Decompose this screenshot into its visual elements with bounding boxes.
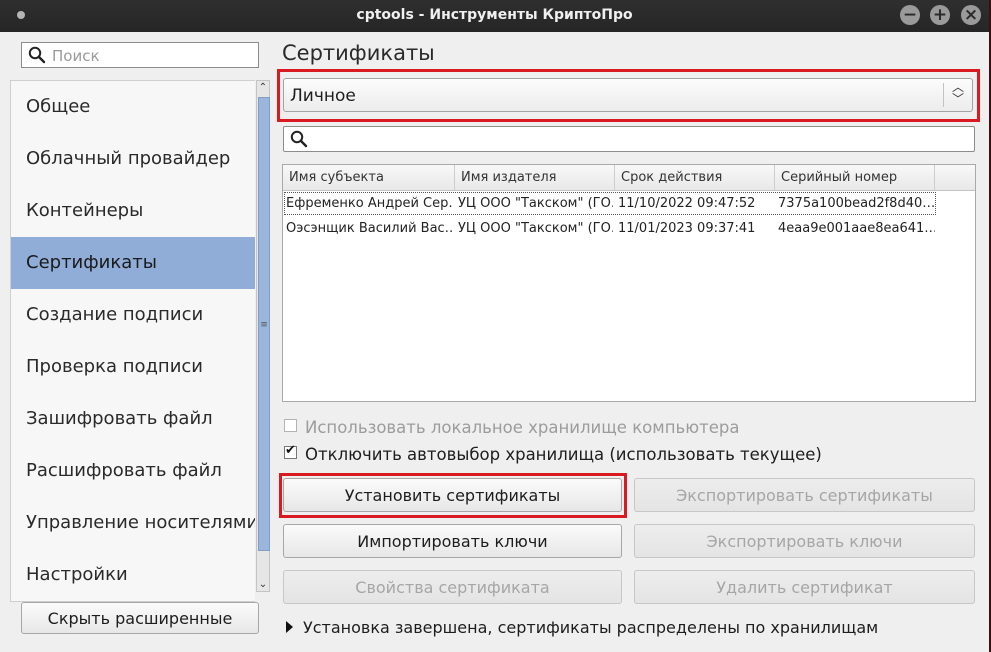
maximize-icon[interactable]: + bbox=[930, 5, 950, 25]
select-divider bbox=[943, 83, 944, 107]
minimize-icon[interactable]: − bbox=[900, 5, 920, 25]
sidebar-search-box[interactable] bbox=[21, 42, 259, 68]
disable-autoselect-checkbox[interactable]: ✔ Отключить автовыбор хранилища (использо… bbox=[284, 443, 822, 464]
delete-certificate-button[interactable]: Удалить сертификат bbox=[634, 570, 975, 604]
page-title: Сертификаты bbox=[282, 41, 435, 65]
app-window: cptools - Инструменты КриптоПро − + × Об… bbox=[0, 0, 989, 652]
table-header: Имя субъекта Имя издателя Срок действия … bbox=[283, 165, 975, 191]
checkmark-icon: ✔ bbox=[285, 443, 296, 458]
table-row[interactable]: Оэсэнщик Василий Вас… УЦ ООО "Такском" (… bbox=[283, 216, 975, 241]
cell-serial: 7375a100bead2f8d40… bbox=[778, 196, 935, 211]
cell-validity: 11/01/2023 09:37:41 bbox=[618, 221, 756, 236]
use-local-store-label: Использовать локальное хранилище компьют… bbox=[305, 418, 740, 437]
sidebar-item-media-management[interactable]: Управление носителями bbox=[11, 497, 255, 549]
cell-subject: Оэсэнщик Василий Вас… bbox=[286, 221, 453, 236]
column-validity[interactable]: Срок действия bbox=[615, 165, 775, 190]
cell-issuer: УЦ ООО "Такском" (ГО… bbox=[458, 221, 613, 236]
checkbox-box[interactable] bbox=[284, 419, 297, 432]
disclosure-triangle-icon[interactable] bbox=[286, 621, 293, 633]
grip-icon: ≡ bbox=[260, 320, 268, 330]
certificate-filter-input[interactable] bbox=[283, 126, 975, 152]
sidebar: Общее Облачный провайдер Контейнеры Серт… bbox=[10, 36, 272, 648]
titlebar: cptools - Инструменты КриптоПро − + × bbox=[0, 0, 989, 32]
cell-serial: 4eaa9e001aae8ea641… bbox=[778, 221, 935, 236]
sidebar-item-verify-signature[interactable]: Проверка подписи bbox=[11, 341, 255, 393]
certificate-properties-button[interactable]: Свойства сертификата bbox=[283, 570, 622, 604]
disable-autoselect-label: Отключить автовыбор хранилища (использов… bbox=[305, 445, 822, 464]
sidebar-item-containers[interactable]: Контейнеры bbox=[11, 185, 255, 237]
sidebar-item-decrypt-file[interactable]: Расшифровать файл bbox=[11, 445, 255, 497]
window-title: cptools - Инструменты КриптоПро bbox=[356, 7, 633, 23]
store-select[interactable]: Личное ︿ ﹀ bbox=[283, 78, 973, 112]
export-keys-button[interactable]: Экспортировать ключи bbox=[634, 524, 975, 558]
close-icon[interactable]: × bbox=[961, 5, 981, 25]
status-text: Установка завершена, сертификаты распред… bbox=[303, 618, 879, 637]
scroll-up-icon[interactable]: ⌃ bbox=[257, 82, 269, 93]
column-subject[interactable]: Имя субъекта bbox=[283, 165, 455, 190]
cell-subject: Ефременко Андрей Сер… bbox=[286, 196, 453, 211]
sidebar-item-certificates[interactable]: Сертификаты bbox=[11, 237, 255, 289]
table-row[interactable]: Ефременко Андрей Сер… УЦ ООО "Такском" (… bbox=[283, 191, 975, 216]
spin-arrows-icon: ︿ ﹀ bbox=[951, 80, 964, 106]
sidebar-nav-list: Общее Облачный провайдер Контейнеры Серт… bbox=[10, 80, 255, 602]
cell-issuer: УЦ ООО "Такском" (ГО… bbox=[458, 196, 613, 211]
column-serial[interactable]: Серийный номер bbox=[775, 165, 935, 190]
search-icon bbox=[290, 130, 308, 152]
checkbox-box[interactable]: ✔ bbox=[284, 443, 297, 459]
column-issuer[interactable]: Имя издателя bbox=[455, 165, 615, 190]
sidebar-item-settings[interactable]: Настройки bbox=[11, 549, 255, 601]
sidebar-scrollbar[interactable]: ⌃ ≡ ⌄ bbox=[256, 80, 270, 592]
use-local-store-checkbox[interactable]: Использовать локальное хранилище компьют… bbox=[284, 418, 739, 437]
store-select-value: Личное bbox=[290, 86, 356, 106]
sidebar-item-create-signature[interactable]: Создание подписи bbox=[11, 289, 255, 341]
scroll-down-icon[interactable]: ⌄ bbox=[257, 579, 269, 590]
sidebar-search-input[interactable] bbox=[50, 46, 254, 66]
scrollbar-thumb[interactable]: ≡ bbox=[258, 97, 270, 551]
sidebar-item-cloud-provider[interactable]: Облачный провайдер bbox=[11, 133, 255, 185]
hide-advanced-button[interactable]: Скрыть расширенные bbox=[21, 602, 259, 634]
export-certificates-button[interactable]: Экспортировать сертификаты bbox=[634, 478, 975, 512]
certificates-table: Имя субъекта Имя издателя Срок действия … bbox=[282, 164, 976, 402]
status-expander[interactable]: Установка завершена, сертификаты распред… bbox=[286, 618, 878, 637]
cell-validity: 11/10/2022 09:47:52 bbox=[618, 196, 756, 211]
sidebar-item-general[interactable]: Общее bbox=[11, 81, 255, 133]
install-certificates-button[interactable]: Установить сертификаты bbox=[283, 478, 622, 512]
sidebar-item-encrypt-file[interactable]: Зашифровать файл bbox=[11, 393, 255, 445]
search-icon bbox=[28, 46, 46, 68]
main-panel: Сертификаты Личное ︿ ﹀ Имя субъекта Имя и… bbox=[272, 36, 989, 648]
import-keys-button[interactable]: Импортировать ключи bbox=[283, 524, 622, 558]
